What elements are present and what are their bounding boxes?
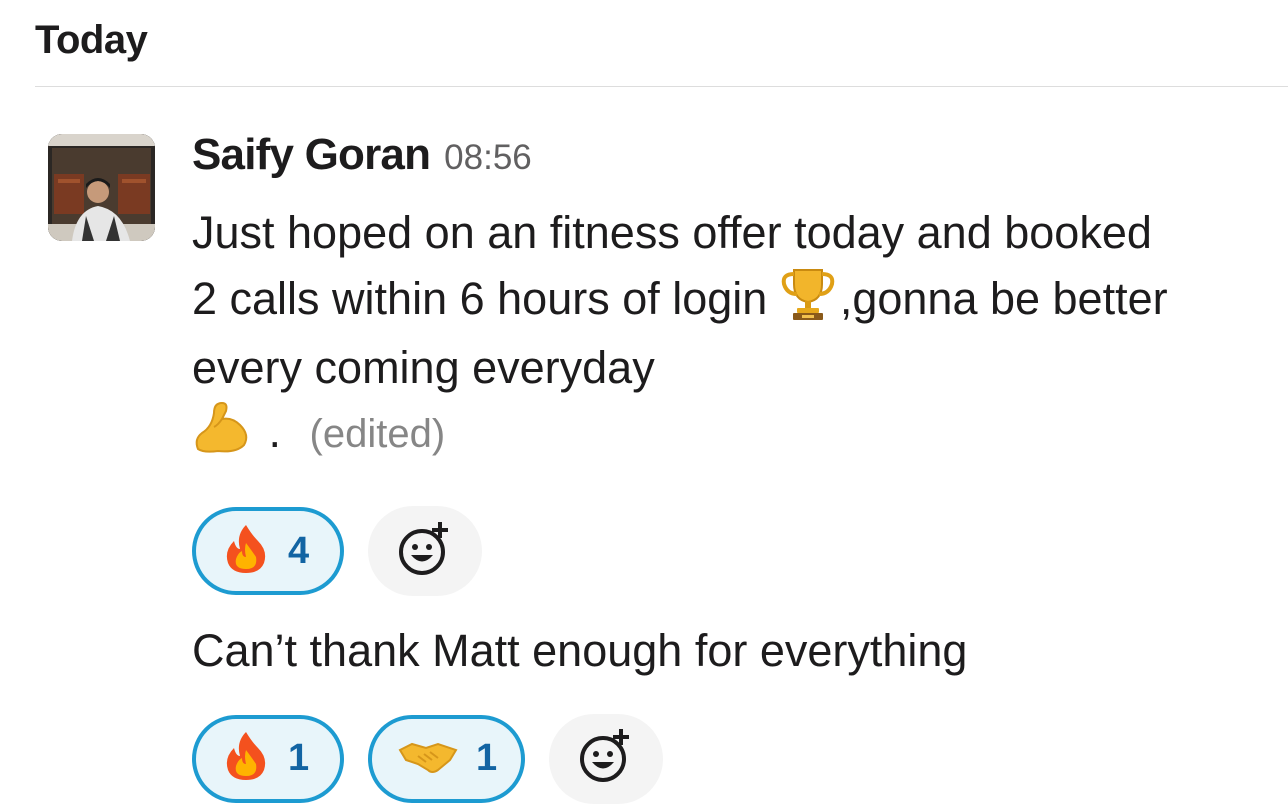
day-divider-label: Today xyxy=(35,18,148,62)
reaction-count: 1 xyxy=(288,737,310,779)
handshake-icon xyxy=(398,736,458,781)
message-block: Saify Goran 08:56 Just hoped on an fitne… xyxy=(192,130,1252,804)
reactions-row: 4 xyxy=(192,506,1252,596)
add-reaction-icon xyxy=(577,727,635,790)
message-body: Just hoped on an fitness offer today and… xyxy=(192,202,1182,470)
reaction-count: 1 xyxy=(476,737,498,779)
add-reaction-button[interactable] xyxy=(549,713,664,804)
fire-icon xyxy=(222,730,270,787)
reaction-count: 4 xyxy=(288,529,310,572)
message-header: Saify Goran 08:56 xyxy=(192,130,1252,192)
day-divider-line xyxy=(35,86,1288,87)
reaction-fire[interactable]: 4 xyxy=(192,507,344,595)
trophy-emoji-icon xyxy=(780,264,836,338)
edited-label: (edited) xyxy=(309,411,446,456)
message-timestamp[interactable]: 08:56 xyxy=(444,138,532,178)
reaction-handshake[interactable]: 1 xyxy=(368,714,526,803)
avatar-photo xyxy=(48,134,155,241)
fire-icon xyxy=(222,523,270,580)
add-reaction-button[interactable] xyxy=(368,506,482,596)
reaction-fire[interactable]: 1 xyxy=(192,714,344,803)
flexed-biceps-emoji-icon xyxy=(192,399,252,471)
avatar[interactable] xyxy=(48,134,155,241)
add-reaction-icon xyxy=(396,520,454,583)
message-text-part-3: . xyxy=(268,405,282,457)
message-2-body: Can’t thank Matt enough for everything xyxy=(192,625,968,676)
reactions-row-2: 1 1 xyxy=(192,713,1252,804)
author-name[interactable]: Saify Goran xyxy=(192,130,431,180)
